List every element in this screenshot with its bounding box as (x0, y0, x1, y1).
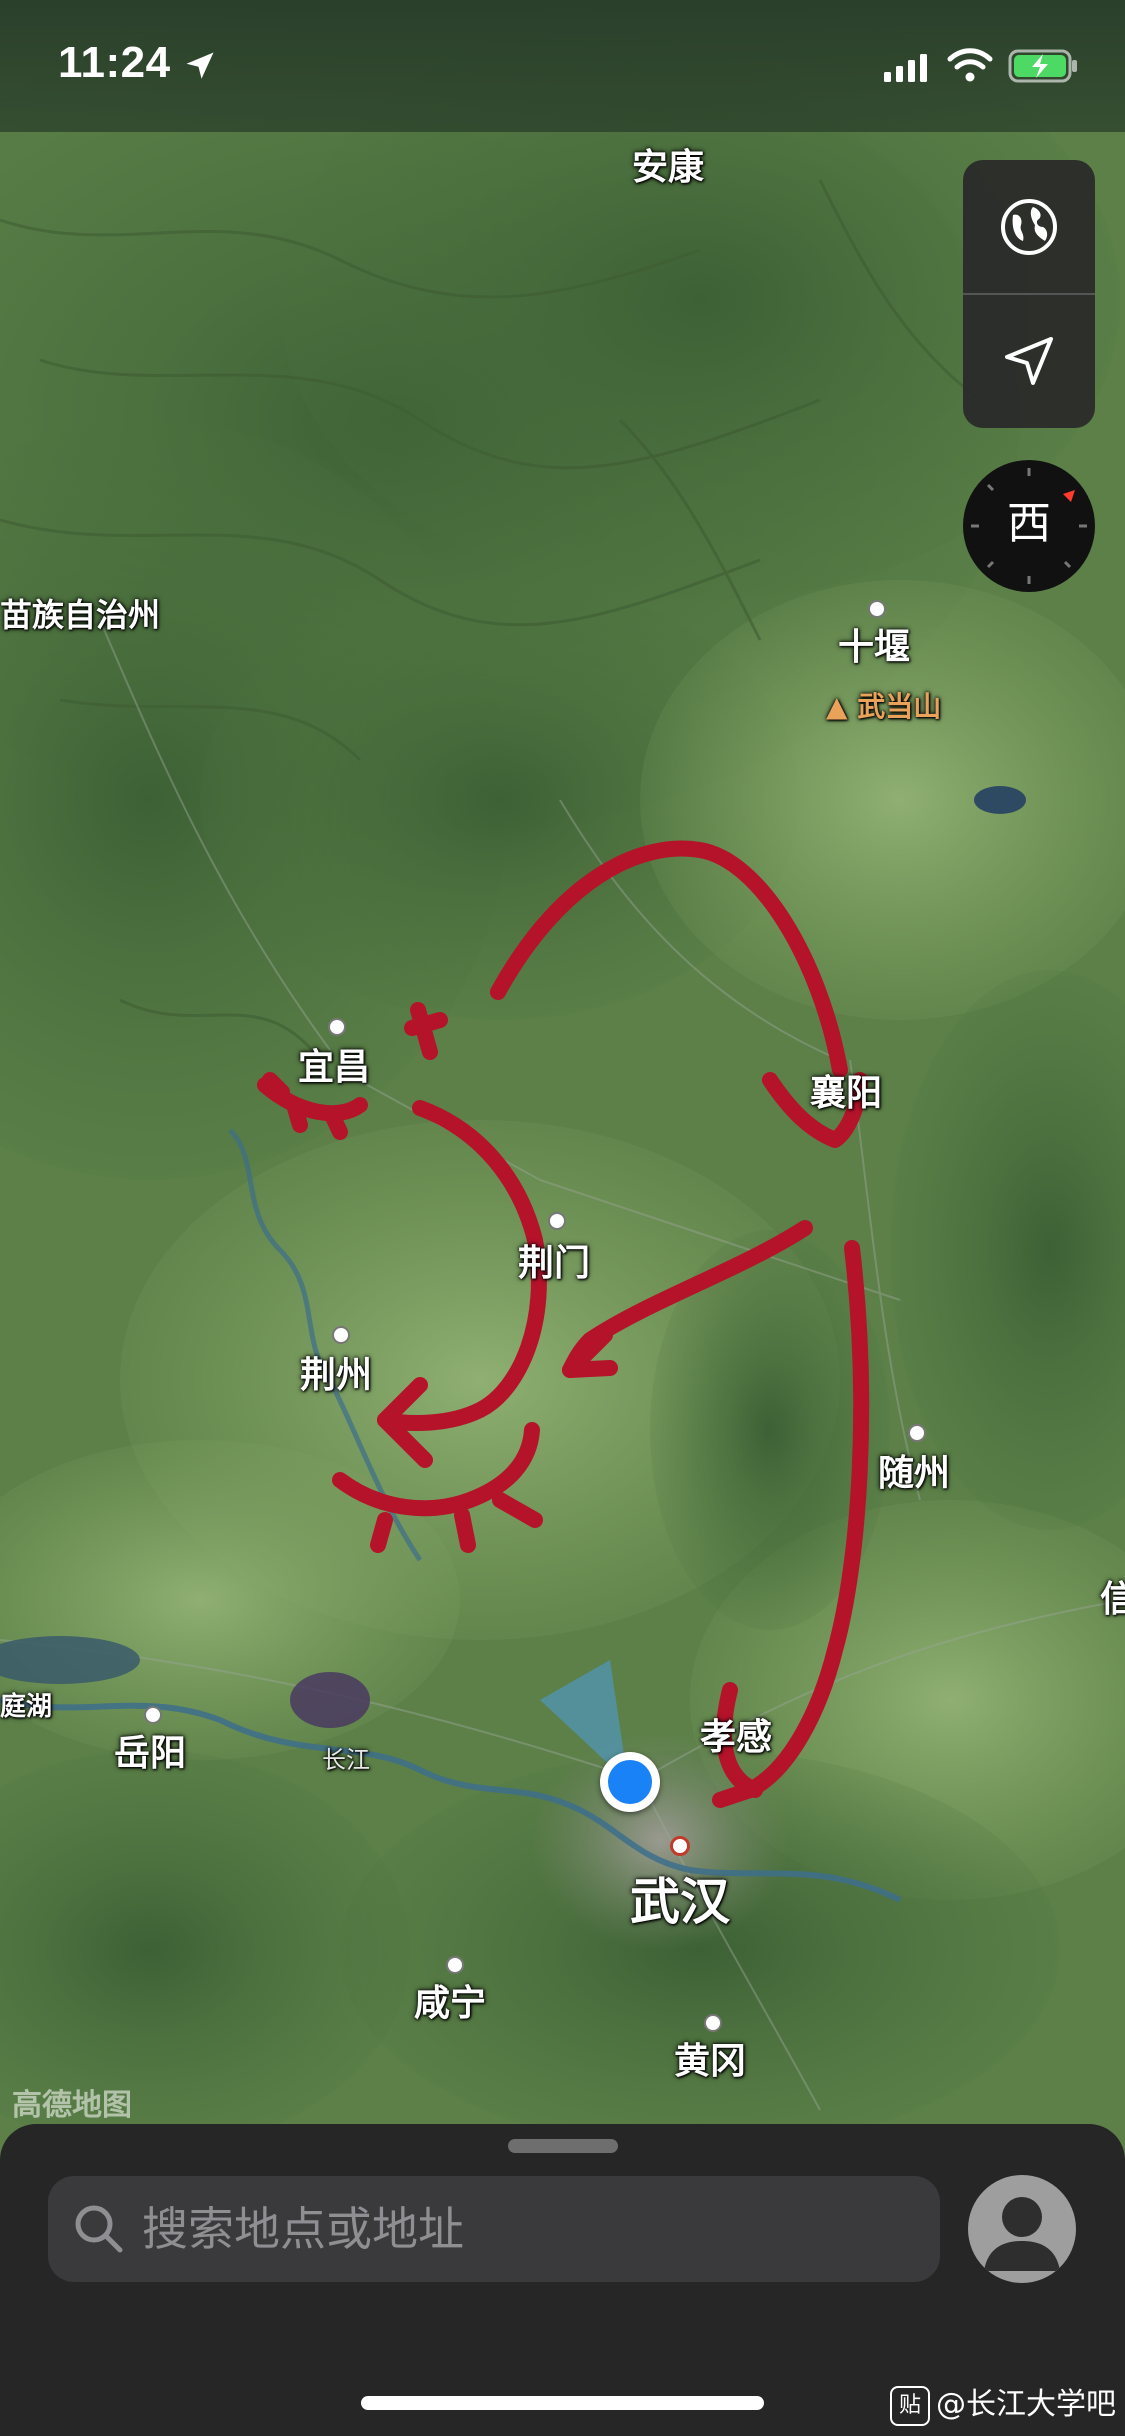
compass-button[interactable]: 西 (963, 460, 1095, 592)
label-xianning[interactable]: 咸宁 (414, 1974, 486, 2026)
current-location-dot[interactable] (600, 1752, 660, 1812)
dot-wuhan (670, 1836, 690, 1856)
label-yichang[interactable]: 宜昌 (298, 1038, 370, 1090)
cellular-signal-icon (884, 54, 927, 82)
compass-heading: 西 (1007, 498, 1051, 549)
label-ankang[interactable]: 安康 (632, 138, 704, 190)
dot-suizhou (908, 1424, 926, 1442)
watermark: 贴 @长江大学吧 (890, 2380, 1116, 2430)
status-bar: 11:24 (0, 0, 1125, 132)
label-jingzhou[interactable]: 荆州 (300, 1346, 372, 1398)
label-xin[interactable]: 信 (1100, 1570, 1125, 1622)
search-placeholder: 搜索地点或地址 (142, 2202, 464, 2256)
label-changjiang[interactable]: 长江 (322, 1740, 370, 1775)
dot-yichang (328, 1018, 346, 1036)
search-icon (75, 2205, 123, 2253)
globe-icon (1001, 199, 1057, 255)
battery-charging-icon (1008, 49, 1077, 83)
amap-logo: 高德地图 (12, 2088, 132, 2123)
label-xiangyang[interactable]: 襄阳 (810, 1064, 882, 1116)
sheet-grabber[interactable] (508, 2139, 618, 2153)
person-icon (984, 2197, 1060, 2271)
dot-xianning (446, 1956, 464, 1974)
dot-jingzhou (332, 1326, 350, 1344)
location-services-icon (186, 52, 214, 79)
label-dongting[interactable]: 庭湖 (0, 1686, 52, 1723)
label-shiyan[interactable]: 十堰 (838, 618, 910, 670)
tieba-badge: 贴 (890, 2385, 930, 2426)
map-mode-button[interactable] (963, 160, 1095, 294)
dot-jingmen (548, 1212, 566, 1230)
home-indicator[interactable] (361, 2396, 764, 2410)
label-yueyang[interactable]: 岳阳 (114, 1724, 186, 1776)
mountain-icon: ▲ (826, 690, 858, 723)
locate-me-button[interactable] (963, 294, 1095, 428)
dot-shiyan (868, 600, 886, 618)
profile-avatar-button[interactable] (968, 2175, 1076, 2283)
map-view[interactable]: 安康 十堰 ▲ 武当山 苗族自治州 宜昌 襄阳 荆门 荆州 随州 信 庭湖 岳阳… (0, 0, 1125, 2436)
label-xiaogan[interactable]: 孝感 (700, 1708, 772, 1760)
label-wuhan[interactable]: 武汉 (630, 1862, 730, 1934)
dot-huanggang (704, 2014, 722, 2032)
label-jingmen[interactable]: 荆门 (518, 1234, 590, 1286)
watermark-text: @长江大学吧 (936, 2387, 1116, 2422)
wifi-icon (947, 48, 993, 82)
search-field[interactable]: 搜索地点或地址 (48, 2176, 940, 2282)
location-arrow-icon (1005, 337, 1053, 385)
label-autonomous-prefecture[interactable]: 苗族自治州 (0, 590, 160, 636)
map-controls (963, 160, 1095, 428)
dot-yueyang (144, 1706, 162, 1724)
label-huanggang[interactable]: 黄冈 (674, 2032, 746, 2084)
status-time: 11:24 (58, 38, 171, 87)
label-suizhou[interactable]: 随州 (878, 1444, 950, 1496)
label-wudangshan[interactable]: ▲ 武当山 (826, 685, 941, 725)
